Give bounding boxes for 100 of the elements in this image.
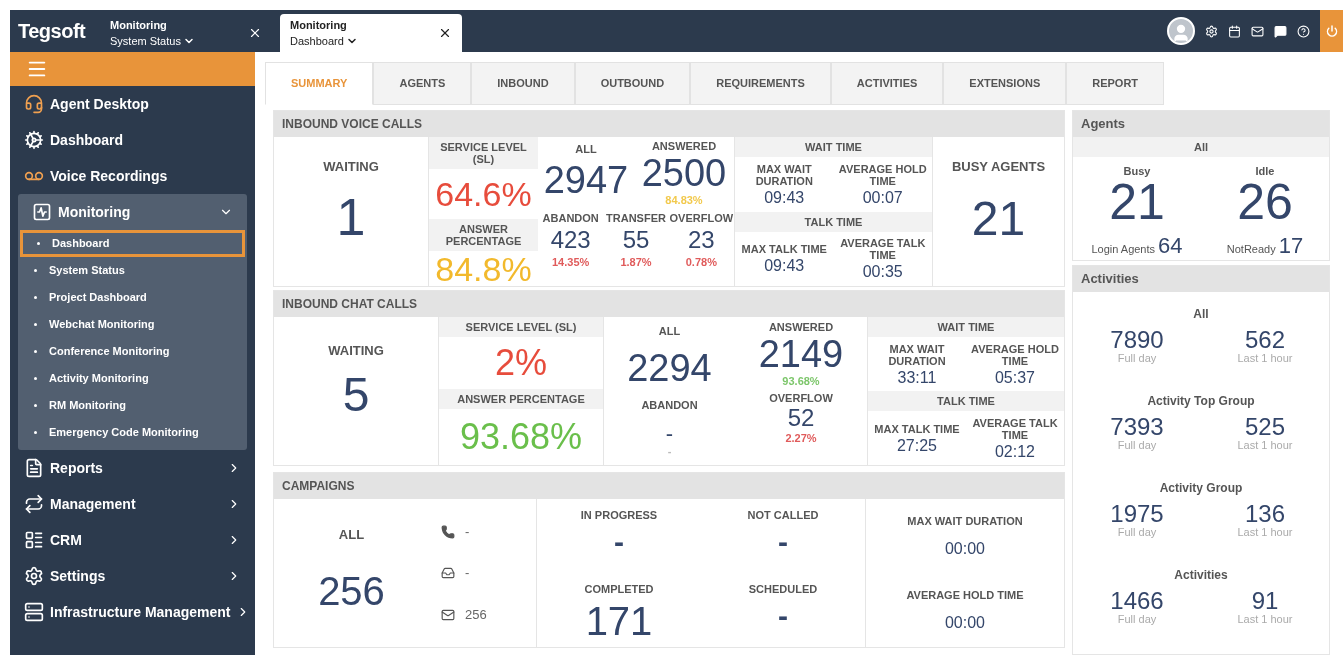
stat-value: 2947: [543, 161, 629, 199]
stat-label: ANSWERED: [651, 140, 717, 152]
stat-caption: Last 1 hour: [1237, 526, 1293, 538]
settings-icon[interactable]: [1205, 24, 1218, 38]
document-icon: [24, 458, 44, 478]
window-tab[interactable]: Monitoring Dashboard: [280, 14, 462, 52]
stat-value: 2500: [641, 154, 727, 192]
bullet-icon: [37, 242, 40, 245]
gears-icon: [24, 130, 44, 150]
sidebar-item[interactable]: Infrastructure Management: [10, 594, 255, 630]
mail-icon[interactable]: [1251, 24, 1264, 38]
dashboard-tab[interactable]: ACTIVITIES: [830, 62, 944, 105]
submenu-item[interactable]: Webchat Monitoring: [20, 311, 245, 338]
stat-label: ALL: [658, 325, 681, 337]
submenu-item[interactable]: Activity Monitoring: [20, 365, 245, 392]
channel-count: -: [465, 564, 470, 583]
time-value: 00:00: [944, 541, 985, 557]
stat-label: Activities: [1174, 569, 1228, 581]
stat-label: ALL: [338, 529, 365, 541]
stat-label: Busy: [1123, 165, 1151, 177]
stat-label: AVERAGE TALK TIME: [839, 237, 927, 262]
time-value: 00:07: [862, 189, 903, 206]
stat-value: 93.68%: [459, 419, 583, 455]
sidebar-item[interactable]: Dashboard: [10, 122, 255, 158]
stat-label: ABANDON: [641, 399, 698, 411]
stat-label: Idle: [1255, 165, 1275, 177]
sidebar-item[interactable]: Agent Desktop: [10, 86, 255, 122]
submenu-item[interactable]: RM Monitoring: [20, 392, 245, 419]
submenu-item[interactable]: Dashboard: [20, 230, 245, 257]
stat-value: 21: [1109, 177, 1165, 227]
stat-value: 64: [1158, 235, 1183, 257]
percent-value: 93.68%: [782, 375, 820, 388]
panel-title: Activities: [1073, 266, 1329, 292]
stat-label: SCHEDULED: [748, 583, 818, 595]
sidebar-item[interactable]: Voice Recordings: [10, 158, 255, 194]
dashboard-tab[interactable]: AGENTS: [373, 62, 472, 105]
help-icon[interactable]: [1297, 24, 1310, 38]
bullet-icon: [34, 323, 37, 326]
stat-label: MAX TALK TIME: [741, 243, 827, 256]
chat-icon[interactable]: [1274, 24, 1287, 38]
submenu-item[interactable]: System Status: [20, 257, 245, 284]
stat-label: MAX WAIT DURATION: [754, 162, 814, 187]
stat-caption: Last 1 hour: [1237, 613, 1293, 625]
calendar-icon[interactable]: [1228, 24, 1241, 38]
stat-value: 91: [1251, 589, 1279, 613]
headset-icon: [24, 94, 44, 114]
submenu-item[interactable]: Conference Monitoring: [20, 338, 245, 365]
power-icon: [1325, 25, 1338, 37]
submenu-item[interactable]: Emergency Code Monitoring: [20, 419, 245, 446]
stat-label: Activity Top Group: [1147, 395, 1255, 407]
percent-value: 0.78%: [685, 256, 717, 269]
stat-value: 84.8%: [435, 251, 532, 286]
stat-label: NOT CALLED: [747, 509, 819, 521]
stat-caption: Full day: [1117, 352, 1157, 364]
stat-caption: Full day: [1117, 439, 1157, 451]
sidebar-item[interactable]: CRM: [10, 522, 255, 558]
stat-label: SERVICE LEVEL (SL): [439, 317, 603, 337]
stat-label: NotReady: [1226, 242, 1276, 257]
stat-value: 26: [1237, 177, 1293, 227]
dashboard-tab[interactable]: EXTENSIONS: [943, 62, 1067, 105]
stat-label: Activity Group: [1159, 482, 1243, 494]
mail-icon: [441, 607, 455, 622]
sidebar-item[interactable]: Settings: [10, 558, 255, 594]
dashboard-tab[interactable]: OUTBOUND: [574, 62, 691, 105]
panel-title: INBOUND VOICE CALLS: [274, 111, 1064, 137]
stat-value: 136: [1244, 502, 1285, 526]
percent-value: 84.83%: [665, 194, 703, 207]
stat-value: 55: [622, 228, 650, 252]
sidebar-item[interactable]: Reports: [10, 450, 255, 486]
stat-label: AVERAGE HOLD TIME: [837, 162, 928, 187]
server-icon: [24, 602, 44, 622]
stat-value: 171: [585, 601, 653, 641]
stat-label: All: [1073, 137, 1329, 157]
stat-label: TRANSFER: [606, 212, 666, 224]
dashboard-tab[interactable]: INBOUND: [471, 62, 575, 105]
close-icon[interactable]: [248, 26, 262, 40]
percent-value: -: [667, 445, 672, 458]
stat-label: SERVICE LEVEL (SL): [429, 137, 538, 169]
panel-title: CAMPAIGNS: [274, 473, 1064, 499]
submenu-item[interactable]: Project Dashboard: [20, 284, 245, 311]
window-tab[interactable]: Monitoring System Status: [100, 14, 272, 52]
phone-icon: [441, 524, 455, 539]
time-value: 00:35: [862, 264, 903, 281]
dashboard-tab[interactable]: REPORT: [1066, 62, 1165, 105]
avatar[interactable]: [1167, 17, 1195, 45]
stat-value: -: [778, 601, 788, 631]
stat-label: MAX WAIT DURATION: [907, 515, 1023, 527]
stat-label: WAIT TIME: [868, 317, 1064, 337]
time-value: 05:37: [994, 369, 1035, 386]
dashboard-tab[interactable]: REQUIREMENTS: [690, 62, 831, 105]
pulse-chart-icon: [32, 202, 52, 222]
stat-value: 64.6%: [435, 177, 532, 211]
stat-label: Login Agents: [1091, 242, 1156, 257]
bullet-icon: [34, 377, 37, 380]
close-icon[interactable]: [438, 26, 452, 40]
stat-value: 1: [336, 191, 366, 243]
time-value: 33:11: [897, 369, 937, 386]
stat-caption: Last 1 hour: [1237, 439, 1293, 451]
sidebar-item[interactable]: Monitoring: [18, 194, 247, 230]
sidebar-item[interactable]: Management: [10, 486, 255, 522]
